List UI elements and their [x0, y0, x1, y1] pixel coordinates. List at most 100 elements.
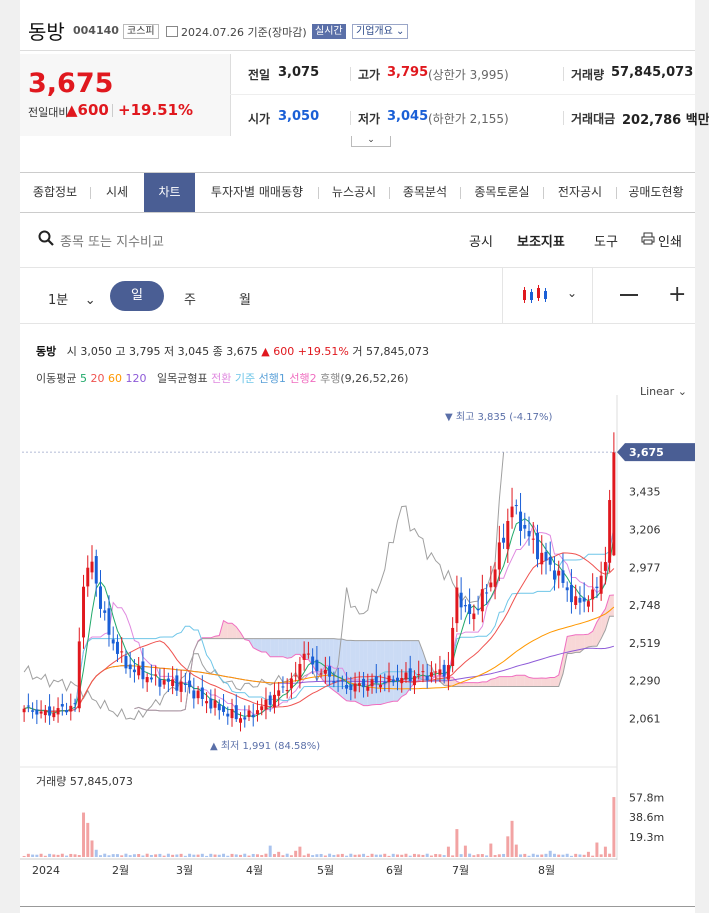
y-tick-label: 3,435	[629, 486, 661, 499]
period-day-button[interactable]: 일	[110, 281, 164, 311]
ichimoku-cloud-segment	[567, 635, 572, 654]
volume-bar	[446, 846, 450, 857]
period-month-button[interactable]: 월	[239, 289, 251, 308]
candle	[281, 686, 285, 688]
candle	[429, 672, 433, 677]
candle	[26, 705, 30, 707]
candle	[99, 586, 102, 609]
candle	[128, 664, 132, 670]
volume-bar	[56, 854, 60, 857]
candle	[396, 677, 399, 681]
volume-bar	[586, 851, 590, 857]
volume-bar	[137, 854, 141, 857]
tab-analysis[interactable]: 종목분석	[390, 173, 460, 212]
tab-discussion[interactable]: 종목토론실	[461, 173, 543, 212]
x-tick-label: 2월	[112, 864, 129, 875]
y-tick-label: 2,519	[629, 637, 661, 650]
price-chart[interactable]: 3,435 3,206 2,977 2,748 2,519 2,290 2,061 ▼ 최고 …	[20, 395, 695, 875]
period-week-button[interactable]: 주	[184, 289, 196, 308]
chevron-down-icon[interactable]: ⌄	[567, 286, 577, 300]
candle	[243, 717, 247, 720]
volume-bar	[451, 855, 455, 857]
candle	[205, 701, 209, 704]
volume-bar	[523, 853, 527, 857]
ma5-line	[23, 517, 615, 718]
candle	[77, 641, 81, 709]
volume-bar	[166, 853, 170, 857]
volume-bar	[277, 851, 281, 857]
candle	[340, 680, 344, 682]
candle	[255, 710, 259, 715]
candlestick-type-icon[interactable]	[522, 284, 548, 306]
volume-bar	[52, 854, 56, 857]
volume-bar	[281, 855, 285, 857]
ichimoku-cloud-segment	[287, 638, 292, 659]
volume-bar	[302, 855, 306, 857]
indicator-button[interactable]: 보조지표	[517, 231, 565, 250]
volume-bar	[230, 853, 234, 857]
company-info-dropdown[interactable]: 기업개요 ⌄	[352, 24, 409, 39]
ichimoku-cloud-segment	[482, 681, 487, 687]
tab-short-selling[interactable]: 공매도현황	[617, 173, 695, 212]
tab-news[interactable]: 뉴스공시	[319, 173, 389, 212]
candle	[497, 542, 501, 570]
x-tick-label: 3월	[176, 864, 193, 875]
candle	[268, 695, 272, 705]
volume-bar	[171, 854, 175, 857]
volume-bar	[65, 855, 69, 857]
volume-bar	[311, 855, 315, 857]
divider	[230, 94, 695, 95]
volume-bar	[260, 855, 264, 857]
y-tick-label: 2,061	[629, 712, 661, 725]
tools-button[interactable]: 도구	[594, 231, 618, 250]
tab-investor-trading[interactable]: 투자자별 매매동향	[196, 173, 318, 212]
tab-chart[interactable]: 차트	[144, 173, 195, 212]
candle	[90, 561, 94, 573]
tab-quote[interactable]: 시세	[91, 173, 143, 212]
volume-bar	[421, 854, 425, 857]
ichimoku-cloud-segment	[545, 677, 551, 687]
candle	[345, 684, 349, 689]
current-price: 3,675	[28, 68, 114, 99]
tab-summary[interactable]: 종합정보	[20, 173, 90, 212]
candle	[124, 655, 128, 669]
volume-bar	[536, 854, 539, 857]
volume-bar	[396, 854, 399, 857]
volume-bar	[603, 846, 607, 857]
candle	[56, 708, 60, 715]
y-tick-label: 2,290	[629, 675, 661, 688]
x-tick-label: 8월	[538, 864, 555, 875]
ichimoku-cloud-segment	[295, 638, 300, 655]
volume-bar	[31, 854, 35, 857]
realtime-button[interactable]: 실시간	[312, 24, 346, 39]
candle	[285, 690, 289, 692]
print-icon[interactable]	[641, 232, 655, 245]
expand-toggle[interactable]: ⌄	[351, 136, 391, 147]
zoom-in-icon[interactable]: +	[668, 284, 686, 306]
zoom-out-icon[interactable]	[620, 294, 638, 296]
volume-bar	[145, 853, 149, 857]
candle	[536, 532, 539, 560]
x-tick-label: 6월	[386, 864, 403, 875]
tab-disclosure[interactable]: 전자공시	[544, 173, 616, 212]
volume-bar	[48, 853, 52, 857]
low-value: 3,045	[387, 109, 429, 124]
volume-bar	[429, 855, 433, 857]
candle	[217, 703, 221, 711]
ichimoku-cloud-segment	[469, 682, 474, 687]
volume-bar	[205, 855, 209, 857]
candle	[179, 681, 183, 692]
search-icon[interactable]	[38, 230, 54, 246]
candle	[111, 639, 115, 644]
candle	[548, 556, 552, 565]
compare-search-input[interactable]: 종목 또는 지수비교	[60, 231, 164, 250]
volume-bar	[548, 850, 552, 857]
volume-bar	[251, 853, 255, 857]
change-percent: +19.51%	[118, 101, 194, 119]
candle	[595, 586, 599, 589]
volume-tick-label: 57.8m	[629, 791, 664, 804]
notice-button[interactable]: 공시	[469, 231, 493, 250]
period-minute-select[interactable]: 1분 ⌄	[48, 289, 96, 308]
ichimoku-cloud-segment	[261, 638, 266, 653]
print-button[interactable]: 인쇄	[658, 231, 682, 250]
